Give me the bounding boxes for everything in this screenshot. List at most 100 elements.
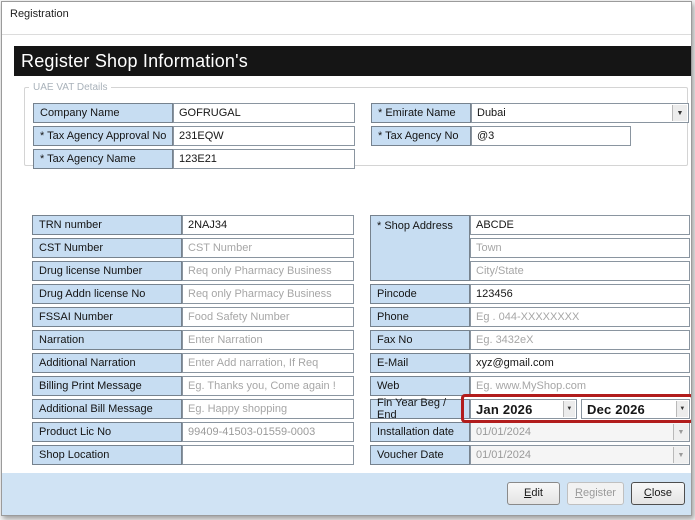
shop-location-row: Shop Location — [32, 445, 354, 465]
pincode-label: Pincode — [370, 284, 470, 304]
web-row: Web — [370, 376, 690, 396]
chevron-down-icon[interactable]: ▼ — [563, 401, 575, 417]
chevron-down-icon[interactable]: ▼ — [673, 424, 688, 440]
uae-vat-group: UAE VAT Details Company Name * Tax Agenc… — [24, 82, 688, 166]
additional-narration-label: Additional Narration — [32, 353, 182, 373]
email-input[interactable] — [470, 353, 690, 373]
drug-license-row: Drug license Number — [32, 261, 354, 281]
installation-date-label: Installation date — [370, 422, 470, 442]
company-name-label: Company Name — [33, 103, 173, 123]
drug-license-label: Drug license Number — [32, 261, 182, 281]
chevron-down-icon[interactable]: ▼ — [672, 105, 687, 121]
emirate-select[interactable]: Dubai ▼ — [471, 103, 689, 123]
shop-address-town-input[interactable] — [470, 238, 690, 258]
product-lic-input[interactable] — [182, 422, 354, 442]
fin-year-row: Fin Year Beg / End Jan 2026 ▼ Dec 2026 ▼ — [370, 399, 690, 419]
email-row: E-Mail — [370, 353, 690, 373]
vat-left-column: Company Name * Tax Agency Approval No * … — [33, 103, 355, 172]
fax-label: Fax No — [370, 330, 470, 350]
phone-row: Phone — [370, 307, 690, 327]
uae-vat-group-title: UAE VAT Details — [29, 82, 111, 93]
drug-license-input[interactable] — [182, 261, 354, 281]
company-name-row: Company Name — [33, 103, 355, 123]
additional-bill-message-row: Additional Bill Message — [32, 399, 354, 419]
fssai-input[interactable] — [182, 307, 354, 327]
window-title: Registration — [10, 8, 69, 20]
shop-location-input[interactable] — [182, 445, 354, 465]
narration-row: Narration — [32, 330, 354, 350]
voucher-date-value: 01/01/2024 — [476, 449, 531, 461]
tax-agency-no-label: * Tax Agency No — [371, 126, 471, 146]
voucher-date-row: Voucher Date 01/01/2024 ▼ — [370, 445, 690, 465]
shop-address-line1-input[interactable] — [470, 215, 690, 235]
tax-agency-approval-input[interactable] — [173, 126, 355, 146]
shop-address-row: * Shop Address — [370, 215, 690, 281]
web-label: Web — [370, 376, 470, 396]
fin-year-begin-select[interactable]: Jan 2026 ▼ — [470, 399, 577, 419]
narration-label: Narration — [32, 330, 182, 350]
shop-location-label: Shop Location — [32, 445, 182, 465]
tax-agency-name-row: * Tax Agency Name — [33, 149, 355, 169]
form-left-column: TRN number CST Number Drug license Numbe… — [32, 215, 354, 468]
fax-row: Fax No — [370, 330, 690, 350]
emirate-row: * Emirate Name Dubai ▼ — [371, 103, 689, 123]
fin-year-end-select[interactable]: Dec 2026 ▼ — [581, 399, 690, 419]
drug-addn-license-input[interactable] — [182, 284, 354, 304]
fin-year-begin-value: Jan 2026 — [476, 402, 533, 417]
installation-date-select[interactable]: 01/01/2024 ▼ — [470, 422, 690, 442]
chevron-down-icon[interactable]: ▼ — [676, 401, 688, 417]
trn-input[interactable] — [182, 215, 354, 235]
additional-narration-row: Additional Narration — [32, 353, 354, 373]
emirate-selected-value: Dubai — [477, 107, 506, 119]
product-lic-label: Product Lic No — [32, 422, 182, 442]
narration-input[interactable] — [182, 330, 354, 350]
tax-agency-name-input[interactable] — [173, 149, 355, 169]
chevron-down-icon[interactable]: ▼ — [673, 447, 688, 463]
cst-label: CST Number — [32, 238, 182, 258]
tax-agency-name-label: * Tax Agency Name — [33, 149, 173, 169]
billing-print-message-label: Billing Print Message — [32, 376, 182, 396]
drug-addn-license-label: Drug Addn license No — [32, 284, 182, 304]
emirate-label: * Emirate Name — [371, 103, 471, 123]
tax-agency-no-row: * Tax Agency No — [371, 126, 689, 146]
web-input[interactable] — [470, 376, 690, 396]
cst-row: CST Number — [32, 238, 354, 258]
trn-row: TRN number — [32, 215, 354, 235]
tax-agency-approval-label: * Tax Agency Approval No — [33, 126, 173, 146]
window-titlebar: Registration — [2, 2, 691, 35]
pincode-input[interactable] — [470, 284, 690, 304]
billing-print-message-input[interactable] — [182, 376, 354, 396]
installation-date-row: Installation date 01/01/2024 ▼ — [370, 422, 690, 442]
form-right-column: * Shop Address Pincode Phone Fax No E-Ma… — [370, 215, 690, 468]
tax-agency-no-input[interactable] — [471, 126, 631, 146]
additional-bill-message-input[interactable] — [182, 399, 354, 419]
fin-year-controls: Jan 2026 ▼ Dec 2026 ▼ — [470, 399, 690, 419]
footer-bar: Edit Register Close — [2, 473, 691, 515]
trn-label: TRN number — [32, 215, 182, 235]
email-label: E-Mail — [370, 353, 470, 373]
register-button: Register — [567, 482, 624, 505]
shop-address-label: * Shop Address — [370, 215, 470, 281]
edit-button[interactable]: Edit — [507, 482, 560, 505]
vat-right-column: * Emirate Name Dubai ▼ * Tax Agency No — [371, 103, 689, 149]
phone-input[interactable] — [470, 307, 690, 327]
fin-year-end-value: Dec 2026 — [587, 402, 645, 417]
close-button[interactable]: Close — [631, 482, 685, 505]
voucher-date-label: Voucher Date — [370, 445, 470, 465]
installation-date-value: 01/01/2024 — [476, 426, 531, 438]
tax-agency-approval-row: * Tax Agency Approval No — [33, 126, 355, 146]
fin-year-label: Fin Year Beg / End — [370, 399, 470, 419]
page-header: Register Shop Information's — [14, 46, 691, 76]
billing-print-message-row: Billing Print Message — [32, 376, 354, 396]
fssai-row: FSSAI Number — [32, 307, 354, 327]
shop-address-inputs — [470, 215, 690, 281]
company-name-input[interactable] — [173, 103, 355, 123]
cst-input[interactable] — [182, 238, 354, 258]
product-lic-row: Product Lic No — [32, 422, 354, 442]
shop-address-city-input[interactable] — [470, 261, 690, 281]
phone-label: Phone — [370, 307, 470, 327]
fssai-label: FSSAI Number — [32, 307, 182, 327]
additional-narration-input[interactable] — [182, 353, 354, 373]
fax-input[interactable] — [470, 330, 690, 350]
voucher-date-select[interactable]: 01/01/2024 ▼ — [470, 445, 690, 465]
